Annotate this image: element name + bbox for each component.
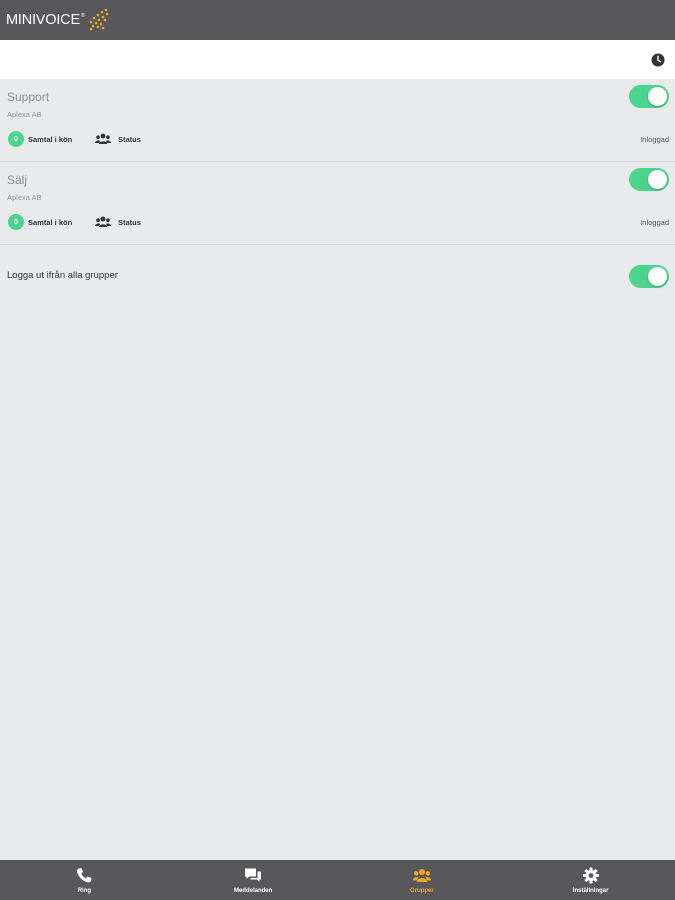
chat-icon — [245, 868, 262, 882]
tab-label: Grupper — [410, 888, 434, 894]
group-row-support: Support Aplexa AB 0 Samtal i kön Status … — [0, 79, 675, 162]
gear-icon — [582, 867, 599, 884]
clock-icon[interactable] — [651, 53, 665, 67]
minivoice-logo: MINIVOICE ® — [6, 8, 110, 32]
tab-ring[interactable]: Ring — [0, 860, 169, 900]
app-header: MINIVOICE ® — [0, 0, 675, 40]
group-icon — [412, 869, 431, 882]
bottom-tab-bar: Ring Meddelanden Grupper Inställningar — [0, 860, 675, 900]
tab-label: Ring — [77, 888, 92, 894]
logo-dots-icon — [89, 8, 108, 31]
queue-label: Samtal i kön — [28, 218, 73, 227]
group-toggle-support[interactable] — [629, 85, 669, 108]
logout-all-label: Logga ut ifrån alla grupper — [7, 270, 118, 281]
queue-count-badge: 0 — [8, 131, 24, 147]
group-row-salj: Sälj Aplexa AB 0 Samtal i kön Status Inl… — [0, 162, 675, 245]
queue-label: Samtal i kön — [28, 135, 73, 144]
queue-count-badge: 0 — [8, 214, 24, 230]
tab-meddelanden[interactable]: Meddelanden — [169, 860, 338, 900]
status-link[interactable]: Status — [118, 218, 141, 227]
group-name: Support — [7, 90, 50, 104]
logout-all-toggle[interactable] — [629, 265, 669, 288]
login-state: Inloggad — [640, 135, 669, 144]
login-state: Inloggad — [640, 218, 669, 227]
people-icon[interactable] — [95, 216, 111, 228]
logo-text: MINIVOICE — [6, 12, 80, 28]
tab-installningar[interactable]: Inställningar — [506, 860, 675, 900]
group-company: Aplexa AB — [7, 193, 42, 202]
phone-icon — [77, 868, 92, 883]
tab-label: Inställningar — [572, 888, 609, 894]
tab-label: Meddelanden — [233, 888, 273, 894]
people-icon[interactable] — [95, 133, 111, 145]
group-toggle-salj[interactable] — [629, 168, 669, 191]
status-link[interactable]: Status — [118, 135, 141, 144]
group-company: Aplexa AB — [7, 110, 42, 119]
tab-grupper[interactable]: Grupper — [338, 860, 507, 900]
toolbar — [0, 40, 675, 79]
group-name: Sälj — [7, 173, 28, 187]
logout-all-row: Logga ut ifrån alla grupper — [0, 258, 675, 296]
logo-trademark: ® — [80, 13, 85, 19]
